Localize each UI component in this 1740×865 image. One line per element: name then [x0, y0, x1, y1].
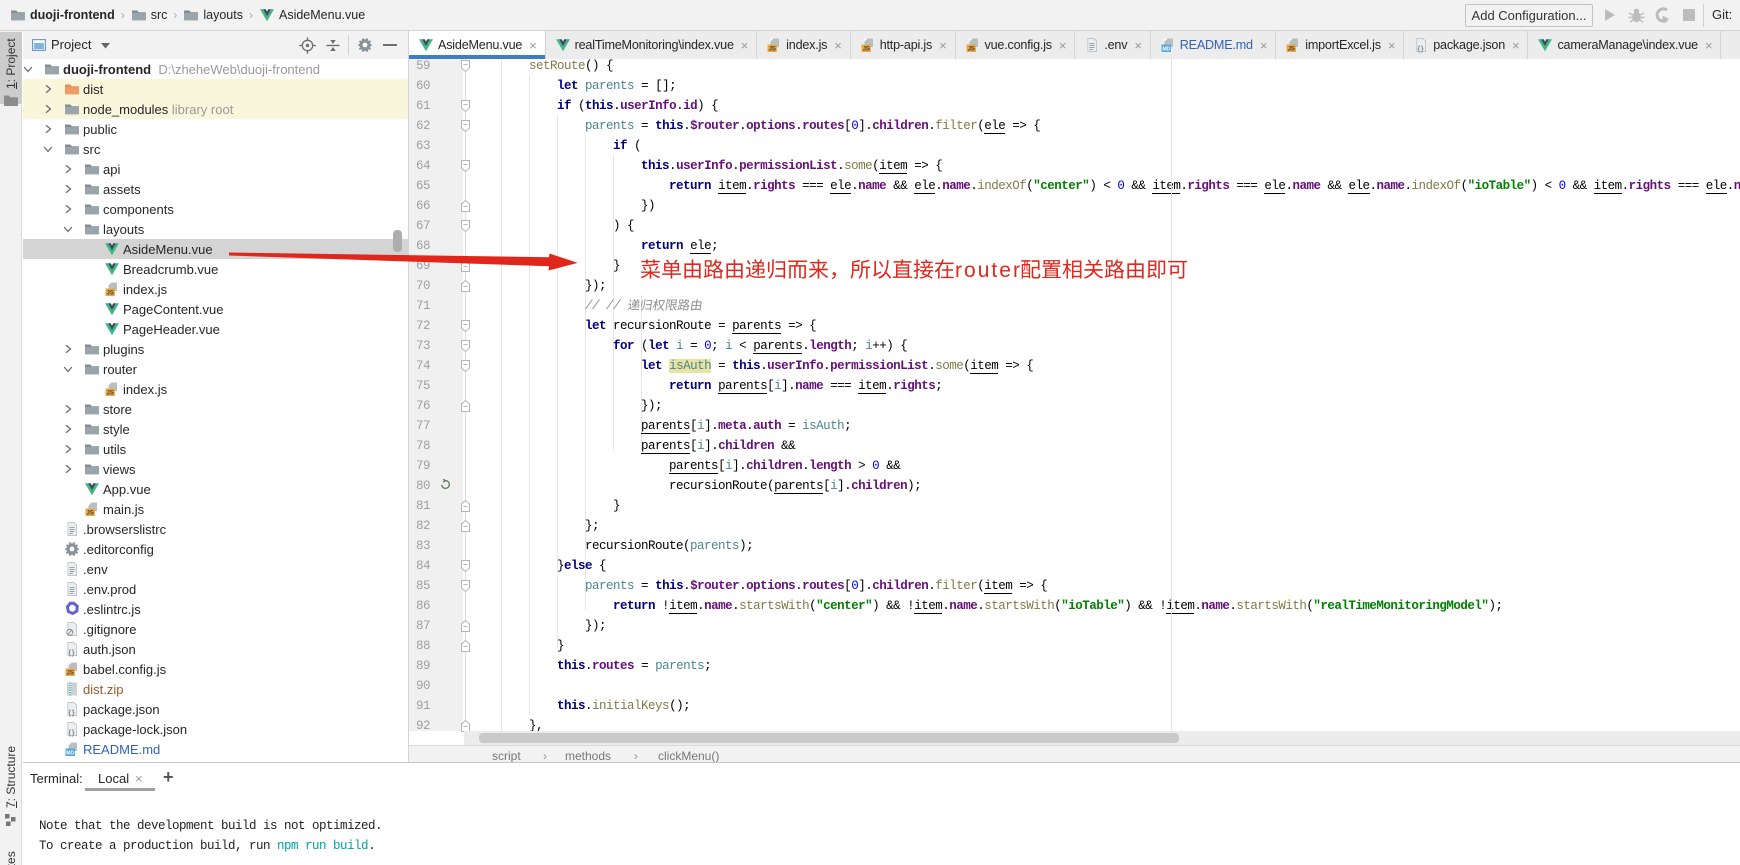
svg-text:router: router [955, 259, 1020, 282]
